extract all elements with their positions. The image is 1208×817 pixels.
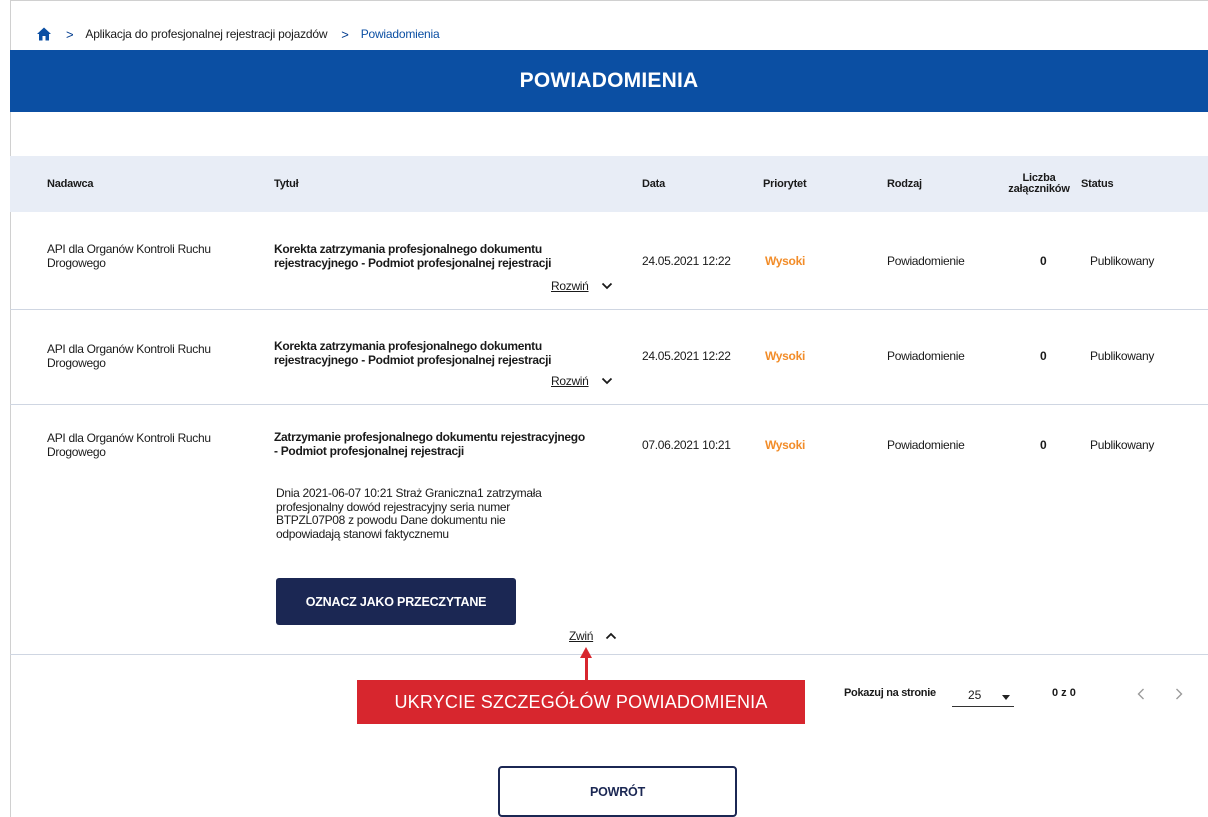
breadcrumb-item-notifications[interactable]: Powiadomienia	[361, 27, 440, 41]
sender-line: API dla Organów Kontroli Ruchu	[47, 342, 211, 356]
status-cell: Publikowany	[1090, 438, 1155, 452]
breadcrumb: > Aplikacja do profesjonalnej rejestracj…	[36, 24, 453, 44]
sender-line: API dla Organów Kontroli Ruchu	[47, 242, 211, 256]
title-line: Zatrzymanie profesjonalnego dokumentu re…	[274, 430, 585, 444]
description-line: profesjonalny dowód rejestracyjny seria …	[276, 499, 510, 514]
title-line: Korekta zatrzymania profesjonalnego doku…	[274, 242, 542, 256]
status-cell: Publikowany	[1090, 349, 1155, 363]
collapse-label: Zwiń	[569, 629, 594, 643]
attachments-cell: 0	[1040, 438, 1047, 452]
page-title: POWIADOMIENIA	[519, 69, 699, 92]
per-page-value: 25	[968, 687, 982, 702]
row-divider	[10, 404, 1208, 405]
attachments-cell: 0	[1040, 349, 1047, 363]
date-cell: 07.06.2021 10:21	[642, 438, 731, 452]
home-icon[interactable]	[36, 26, 52, 42]
column-header-status[interactable]: Status	[1081, 156, 1114, 212]
kind-cell: Powiadomienie	[887, 438, 965, 452]
description-line: BTPZL07P08 z powodu Dane dokumentu nie	[276, 513, 506, 527]
title-cell[interactable]: Zatrzymanie profesjonalnego dokumentu re…	[274, 430, 654, 458]
per-page-label: Pokazuj na stronie	[844, 687, 936, 699]
chevron-left-icon[interactable]	[1134, 684, 1148, 704]
title-line: - Podmiot profesjonalnej rejestracji	[274, 444, 464, 458]
chevron-right-icon[interactable]	[1172, 684, 1186, 704]
notification-description: Dnia 2021-06-07 10:21 Straż Graniczna1 z…	[276, 486, 636, 541]
title-line: rejestracyjnego - Podmiot profesjonalnej…	[274, 353, 552, 367]
column-header-attachments[interactable]: Liczba załączników	[1006, 156, 1072, 212]
expand-toggle[interactable]: Rozwiń	[551, 279, 613, 293]
chevron-down-icon	[601, 282, 613, 290]
column-header-sender[interactable]: Nadawca	[47, 156, 93, 212]
table-header: Nadawca Tytuł Data Priorytet Rodzaj Licz…	[10, 156, 1208, 212]
kind-cell: Powiadomienie	[887, 254, 965, 268]
page-title-banner: POWIADOMIENIA	[10, 50, 1208, 112]
kind-cell: Powiadomienie	[887, 349, 965, 363]
sender-cell: API dla Organów Kontroli Ruchu Drogowego	[47, 431, 257, 459]
row-divider	[10, 309, 1208, 310]
expand-label: Rozwiń	[551, 374, 589, 388]
title-line: Korekta zatrzymania profesjonalnego doku…	[274, 339, 542, 353]
chevron-right-icon: >	[341, 26, 349, 42]
pagination-range: 0 z 0	[1052, 687, 1076, 699]
column-header-attachments-line2: załączników	[1008, 183, 1070, 195]
expand-toggle[interactable]: Rozwiń	[551, 374, 613, 388]
title-line: rejestracyjnego - Podmiot profesjonalnej…	[274, 256, 552, 270]
expand-label: Rozwiń	[551, 279, 589, 293]
description-line: odpowiadają stanowi faktycznemu	[276, 526, 449, 541]
column-header-date[interactable]: Data	[642, 156, 665, 212]
priority-cell: Wysoki	[765, 349, 805, 363]
mark-as-read-button[interactable]: OZNACZ JAKO PRZECZYTANE	[276, 578, 516, 625]
priority-cell: Wysoki	[765, 254, 805, 268]
sender-cell: API dla Organów Kontroli Ruchu Drogowego	[47, 342, 257, 370]
row-divider	[10, 654, 1208, 655]
column-header-kind[interactable]: Rodzaj	[887, 156, 922, 212]
sender-line: Drogowego	[47, 256, 106, 270]
status-cell: Publikowany	[1090, 254, 1155, 268]
chevron-right-icon: >	[66, 26, 74, 42]
description-line: Dnia 2021-06-07 10:21 Straż Graniczna1 z…	[276, 486, 542, 500]
annotation-arrow	[585, 656, 588, 680]
chevron-up-icon	[605, 632, 617, 640]
sender-line: API dla Organów Kontroli Ruchu	[47, 431, 211, 445]
date-cell: 24.05.2021 12:22	[642, 349, 731, 363]
sender-line: Drogowego	[47, 445, 106, 459]
sender-line: Drogowego	[47, 356, 106, 370]
attachments-cell: 0	[1040, 254, 1047, 268]
chevron-down-icon	[601, 377, 613, 385]
date-cell: 24.05.2021 12:22	[642, 254, 731, 268]
back-button[interactable]: POWRÓT	[498, 766, 737, 817]
caret-down-icon	[1002, 695, 1010, 700]
annotation-callout: UKRYCIE SZCZEGÓŁÓW POWIADOMIENIA	[357, 680, 805, 724]
breadcrumb-item-app[interactable]: Aplikacja do profesjonalnej rejestracji …	[85, 27, 327, 41]
per-page-select[interactable]: 25	[952, 683, 1014, 707]
column-header-title[interactable]: Tytuł	[274, 156, 299, 212]
title-cell[interactable]: Korekta zatrzymania profesjonalnego doku…	[274, 242, 644, 270]
sender-cell: API dla Organów Kontroli Ruchu Drogowego	[47, 242, 257, 270]
title-cell[interactable]: Korekta zatrzymania profesjonalnego doku…	[274, 339, 644, 367]
priority-cell: Wysoki	[765, 438, 805, 452]
column-header-priority[interactable]: Priorytet	[763, 156, 807, 212]
collapse-toggle[interactable]: Zwiń	[569, 629, 617, 643]
